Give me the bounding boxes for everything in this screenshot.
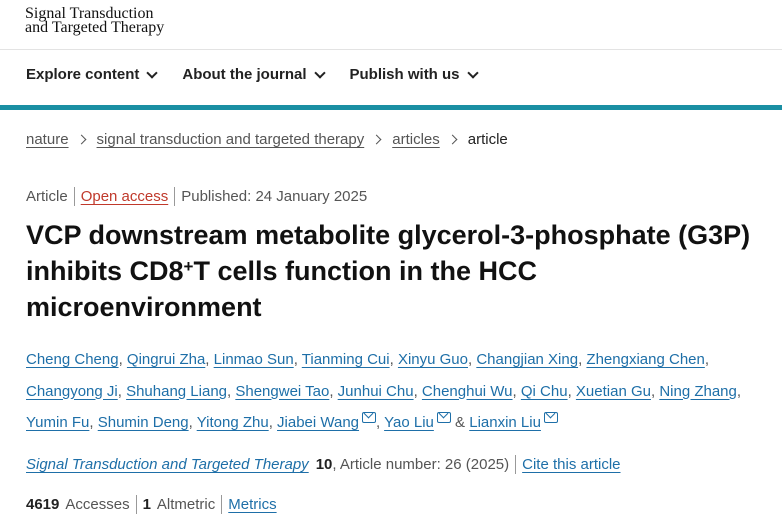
author-link[interactable]: Yumin Fu xyxy=(26,414,89,431)
author-link[interactable]: Shumin Deng xyxy=(98,414,189,431)
main-nav: Explore content About the journal Publis… xyxy=(26,66,503,83)
author-link[interactable]: Jiabei Wang xyxy=(277,414,359,431)
divider xyxy=(135,495,137,514)
article-type: Article xyxy=(26,188,68,205)
chevron-down-icon xyxy=(313,66,326,79)
open-access-link[interactable]: Open access xyxy=(81,188,169,205)
email-icon[interactable] xyxy=(362,412,377,423)
author-link[interactable]: Yitong Zhu xyxy=(197,414,269,431)
journal-logo-line2: and Targeted Therapy xyxy=(25,19,165,36)
nav-about-journal[interactable]: About the journal xyxy=(182,66,326,83)
accesses-label: Accesses xyxy=(65,496,130,513)
divider xyxy=(174,187,176,206)
chevron-right-icon xyxy=(371,134,382,145)
nav-publish-with-us[interactable]: Publish with us xyxy=(349,66,479,83)
author-link[interactable]: Xuetian Gu xyxy=(576,383,651,400)
breadcrumb: nature signal transduction and targeted … xyxy=(26,131,508,148)
author-link[interactable]: Linmao Sun xyxy=(214,351,294,368)
author-ampersand: & xyxy=(455,414,466,431)
divider xyxy=(515,455,517,474)
chevron-down-icon xyxy=(466,66,479,79)
altmetric-label: Altmetric xyxy=(156,496,216,513)
article-title-superscript: + xyxy=(183,257,194,276)
header-divider xyxy=(0,49,782,50)
author-link[interactable]: Changjian Xing xyxy=(476,351,578,368)
author-link[interactable]: Yao Liu xyxy=(384,414,434,431)
nav-publish-with-us-label: Publish with us xyxy=(349,66,460,83)
cite-this-article-link[interactable]: Cite this article xyxy=(522,456,620,473)
journal-name-link[interactable]: Signal Transduction and Targeted Therapy xyxy=(26,456,309,473)
chevron-right-icon xyxy=(76,134,86,145)
author-list: Cheng Cheng, Qingrui Zha, Linmao Sun, Ti… xyxy=(26,351,742,431)
article-metrics: 4619 Accesses 1 Altmetric Metrics xyxy=(26,495,277,514)
author-link[interactable]: Qi Chu xyxy=(521,383,568,400)
author-link[interactable]: Tianming Cui xyxy=(302,351,390,368)
author-link[interactable]: Qingrui Zha xyxy=(127,351,205,368)
author-link[interactable]: Zhengxiang Chen xyxy=(586,351,704,368)
breadcrumb-articles[interactable]: articles xyxy=(392,131,440,148)
nav-about-journal-label: About the journal xyxy=(182,66,307,83)
nav-explore-content-label: Explore content xyxy=(26,66,140,83)
breadcrumb-current: article xyxy=(467,131,508,148)
metrics-link[interactable]: Metrics xyxy=(228,496,276,513)
citation-line: Signal Transduction and Targeted Therapy… xyxy=(26,455,621,474)
altmetric-count: 1 xyxy=(142,496,151,513)
journal-logo[interactable]: Signal Transduction and Targeted Therapy xyxy=(25,6,165,36)
author-link[interactable]: Junhui Chu xyxy=(338,383,414,400)
divider xyxy=(221,495,223,514)
breadcrumb-nature[interactable]: nature xyxy=(26,131,69,148)
accesses-count: 4619 xyxy=(26,496,60,513)
email-icon[interactable] xyxy=(543,412,558,423)
author-link[interactable]: Chenghui Wu xyxy=(422,383,513,400)
journal-volume: 10 xyxy=(315,456,333,473)
chevron-down-icon xyxy=(146,66,159,79)
article-title: VCP downstream metabolite glycerol-3-pho… xyxy=(26,217,766,325)
author-link[interactable]: Shengwei Tao xyxy=(235,383,329,400)
published-date: Published: 24 January 2025 xyxy=(181,188,368,205)
author-link[interactable]: Shuhang Liang xyxy=(126,383,227,400)
accent-bar xyxy=(0,105,782,110)
breadcrumb-journal[interactable]: signal transduction and targeted therapy xyxy=(97,131,365,148)
article-number: , Article number: 26 (2025) xyxy=(332,456,510,473)
divider xyxy=(73,187,75,206)
author-link[interactable]: Lianxin Liu xyxy=(469,414,541,431)
author-link[interactable]: Changyong Ji xyxy=(26,383,118,400)
author-link[interactable]: Cheng Cheng xyxy=(26,351,119,368)
chevron-right-icon xyxy=(447,134,458,145)
article-meta: Article Open access Published: 24 Januar… xyxy=(26,187,367,206)
author-link[interactable]: Xinyu Guo xyxy=(398,351,468,368)
author-link[interactable]: Ning Zhang xyxy=(659,383,737,400)
email-icon[interactable] xyxy=(436,412,451,423)
nav-explore-content[interactable]: Explore content xyxy=(26,66,159,83)
